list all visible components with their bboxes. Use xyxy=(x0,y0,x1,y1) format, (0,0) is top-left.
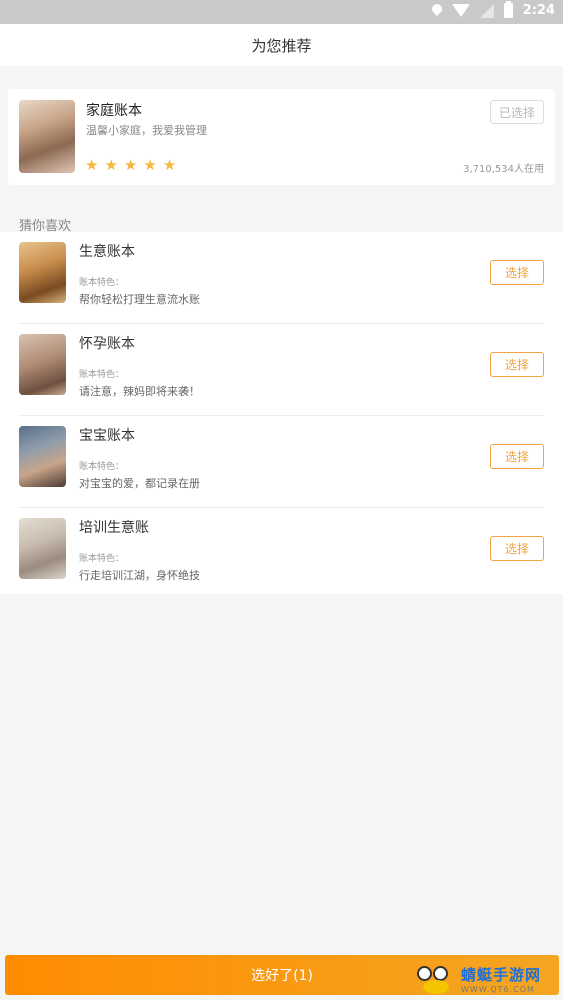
users-count: 3,710,534人在用 xyxy=(463,164,544,175)
dragonfly-mascot-icon xyxy=(413,962,459,996)
item-desc: 对宝宝的爱，都记录在册 xyxy=(79,477,200,490)
business-thumbnail xyxy=(19,242,66,303)
item-desc: 帮你轻松打理生意流水账 xyxy=(79,293,200,306)
item-desc: 行走培训江湖，身怀绝技 xyxy=(79,569,200,582)
recommended-subtitle: 温馨小家庭，我爱我管理 xyxy=(86,124,207,137)
battery-icon xyxy=(503,1,513,18)
item-title: 生意账本 xyxy=(79,244,135,260)
rating-stars: ★ ★ ★ ★ ★ xyxy=(85,158,176,173)
item-title: 宝宝账本 xyxy=(79,428,135,444)
feature-label: 账本特色： xyxy=(79,278,125,288)
item-title: 培训生意账 xyxy=(79,520,149,536)
selected-button[interactable]: 已选择 xyxy=(490,100,544,124)
select-button[interactable]: 选择 xyxy=(490,536,544,561)
recommended-card[interactable]: 家庭账本 温馨小家庭，我爱我管理 ★ ★ ★ ★ ★ 已选择 3,710,534… xyxy=(8,89,555,185)
star-icon: ★ xyxy=(123,156,138,174)
feature-label: 账本特色： xyxy=(79,370,125,380)
watermark-url: WWW.QT6.COM xyxy=(461,985,535,994)
star-icon: ★ xyxy=(85,156,99,174)
star-icon: ★ xyxy=(143,156,157,174)
list-item[interactable]: 宝宝账本 账本特色： 对宝宝的爱，都记录在册 选择 xyxy=(0,416,563,508)
star-icon: ★ xyxy=(104,156,118,174)
wifi-icon xyxy=(451,4,470,17)
training-thumbnail xyxy=(19,518,66,579)
family-photo xyxy=(19,100,75,173)
pregnancy-thumbnail xyxy=(19,334,66,395)
confirm-label: 选好了(1) xyxy=(251,968,313,984)
status-bar: 2:24 xyxy=(0,0,563,24)
page-title: 为您推荐 xyxy=(251,36,312,55)
baby-thumbnail xyxy=(19,426,66,487)
select-button[interactable]: 选择 xyxy=(490,352,544,377)
select-button[interactable]: 选择 xyxy=(490,444,544,469)
select-button[interactable]: 选择 xyxy=(490,260,544,285)
list-item[interactable]: 怀孕账本 账本特色： 请注意，辣妈即将来袭！ 选择 xyxy=(0,324,563,416)
recommended-title: 家庭账本 xyxy=(86,103,142,119)
watermark: 蜻蜓手游网 WWW.QT6.COM xyxy=(413,962,559,996)
location-icon xyxy=(432,4,442,18)
book-list: 生意账本 账本特色： 帮你轻松打理生意流水账 选择 怀孕账本 账本特色： 请注意… xyxy=(0,232,563,594)
star-icon: ★ xyxy=(162,156,177,174)
signal-icon xyxy=(479,3,494,18)
list-item[interactable]: 培训生意账 账本特色： 行走培训江湖，身怀绝技 选择 xyxy=(0,508,563,600)
item-title: 怀孕账本 xyxy=(79,336,135,352)
item-desc: 请注意，辣妈即将来袭！ xyxy=(79,385,200,398)
page-header: 为您推荐 xyxy=(0,24,563,66)
watermark-title: 蜻蜓手游网 xyxy=(461,966,542,984)
feature-label: 账本特色： xyxy=(79,462,125,472)
list-item[interactable]: 生意账本 账本特色： 帮你轻松打理生意流水账 选择 xyxy=(0,232,563,324)
feature-label: 账本特色： xyxy=(79,554,125,564)
status-time: 2:24 xyxy=(522,3,555,18)
